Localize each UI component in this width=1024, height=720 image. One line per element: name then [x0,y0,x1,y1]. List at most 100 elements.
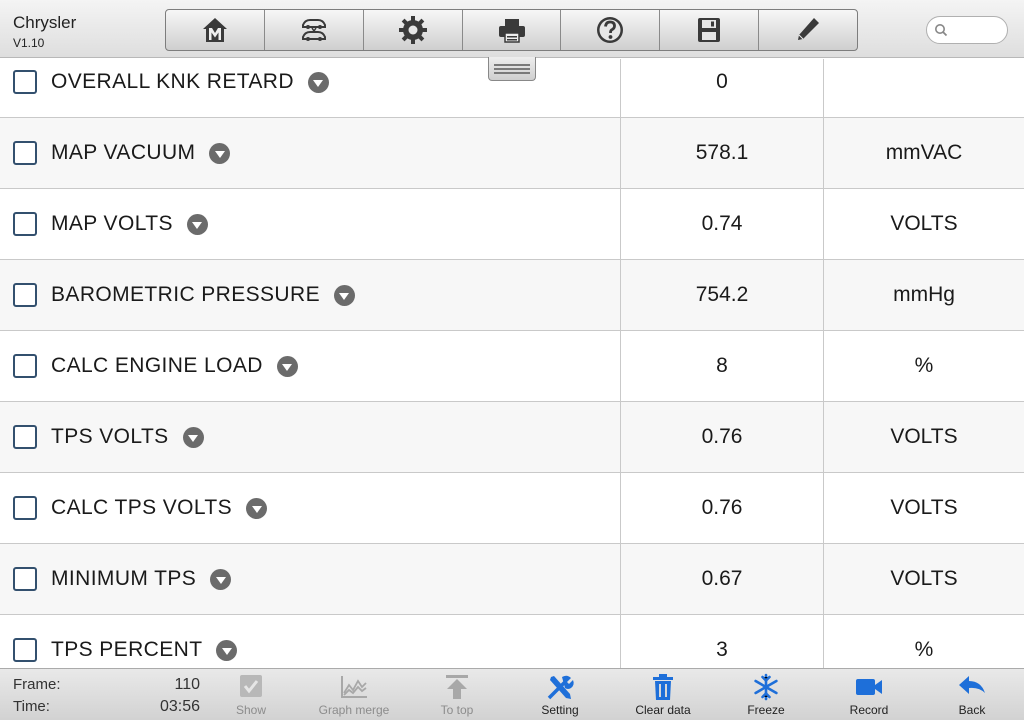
dropdown-arrow-icon[interactable] [276,355,298,377]
dropdown-arrow-icon[interactable] [209,142,231,164]
table-row: MINIMUM TPS 0.67 VOLTS [0,544,1024,615]
wrench-screwdriver-icon [547,675,574,700]
save-icon [698,18,721,42]
parameter-unit: mmHg [893,283,955,306]
parameter-name: MAP VOLTS [51,212,173,235]
dropdown-arrow-icon[interactable] [307,71,329,93]
parameter-unit: mmVAC [885,141,963,164]
frame-label: Frame: [13,676,61,693]
settings-button[interactable] [364,10,463,50]
to-top-button[interactable]: To top [407,673,507,719]
checkbox-icon [240,675,262,697]
back-arrow-icon [959,676,985,694]
parameter-value: 0.76 [621,473,824,543]
graph-merge-icon [341,676,367,698]
bottom-toolbar: Frame: 110 Time: 03:56 Show Graph merge … [0,668,1024,720]
main-toolbar [165,9,858,51]
row-checkbox[interactable] [13,283,37,307]
live-data-table: OVERALL KNK RETARD 0 MAP VACUUM 578.1 mm… [0,59,1024,668]
home-button[interactable] [166,10,265,50]
back-label: Back [958,703,986,717]
app-version: V1.10 [13,36,45,50]
help-icon [597,17,624,43]
parameter-unit: VOLTS [890,496,958,519]
dropdown-arrow-icon[interactable] [216,639,238,661]
dropdown-arrow-icon[interactable] [333,284,355,306]
parameter-name: OVERALL KNK RETARD [51,70,294,93]
save-button[interactable] [660,10,760,50]
parameter-unit: VOLTS [890,212,958,235]
time-value: 03:56 [159,698,200,715]
record-label: Record [849,703,889,717]
setting-button[interactable]: Setting [510,673,610,719]
row-checkbox[interactable] [13,212,37,236]
dropdown-arrow-icon[interactable] [246,497,268,519]
printer-icon [498,19,525,43]
vehicle-swap-icon [301,19,326,41]
parameter-value: 0.74 [621,189,824,259]
parameter-name: TPS PERCENT [51,638,203,661]
parameter-name: BAROMETRIC PRESSURE [51,283,320,306]
print-button[interactable] [463,10,562,50]
snowflake-icon [754,673,778,701]
trash-icon [653,674,673,700]
edit-button[interactable] [759,10,857,50]
app-brand: Chrysler V1.10 [13,13,76,51]
parameter-name: MINIMUM TPS [51,567,197,590]
dropdown-arrow-icon[interactable] [186,213,208,235]
parameter-unit: VOLTS [890,567,958,590]
dropdown-arrow-icon[interactable] [182,426,204,448]
show-button[interactable]: Show [201,673,301,719]
row-checkbox[interactable] [13,638,37,662]
freeze-button[interactable]: Freeze [716,673,816,719]
parameter-name: CALC TPS VOLTS [51,496,233,519]
help-button[interactable] [561,10,661,50]
home-icon [202,18,227,42]
to-top-label: To top [440,703,474,717]
search-input[interactable] [952,23,1002,37]
parameter-unit: % [914,354,934,377]
parameter-name: MAP VACUUM [51,141,196,164]
row-checkbox[interactable] [13,354,37,378]
table-row: TPS VOLTS 0.76 VOLTS [0,402,1024,473]
parameter-unit: VOLTS [890,425,958,448]
table-row: MAP VACUUM 578.1 mmVAC [0,118,1024,189]
parameter-unit [824,59,1024,117]
row-checkbox[interactable] [13,496,37,520]
table-row: CALC TPS VOLTS 0.76 VOLTS [0,473,1024,544]
to-top-arrow-icon [446,675,468,699]
setting-label: Setting [541,703,579,717]
row-checkbox[interactable] [13,70,37,94]
parameter-value: 754.2 [621,260,824,330]
graph-merge-label: Graph merge [318,703,390,717]
table-row: MAP VOLTS 0.74 VOLTS [0,189,1024,260]
search-icon [935,24,948,37]
back-button[interactable]: Back [922,673,1022,719]
video-camera-icon [856,679,882,695]
parameter-value: 3 [621,615,824,668]
parameter-value: 0 [621,59,824,117]
parameter-value: 578.1 [621,118,824,188]
show-label: Show [235,703,267,717]
row-checkbox[interactable] [13,141,37,165]
parameter-value: 0.67 [621,544,824,614]
edit-pen-icon [798,18,820,40]
top-bar: Chrysler V1.10 [0,0,1024,58]
time-label: Time: [13,698,50,715]
clear-data-label: Clear data [635,703,691,717]
dropdown-arrow-icon[interactable] [210,568,232,590]
parameter-name: TPS VOLTS [51,425,169,448]
search-box[interactable] [926,16,1008,44]
vehicle-swap-button[interactable] [265,10,364,50]
row-checkbox[interactable] [13,425,37,449]
table-row: CALC ENGINE LOAD 8 % [0,331,1024,402]
record-button[interactable]: Record [819,673,919,719]
pull-down-handle[interactable] [488,57,536,81]
parameter-value: 8 [621,331,824,401]
graph-merge-button[interactable]: Graph merge [304,673,404,719]
parameter-value: 0.76 [621,402,824,472]
table-row: TPS PERCENT 3 % [0,615,1024,668]
app-title: Chrysler [13,13,77,32]
row-checkbox[interactable] [13,567,37,591]
clear-data-button[interactable]: Clear data [613,673,713,719]
